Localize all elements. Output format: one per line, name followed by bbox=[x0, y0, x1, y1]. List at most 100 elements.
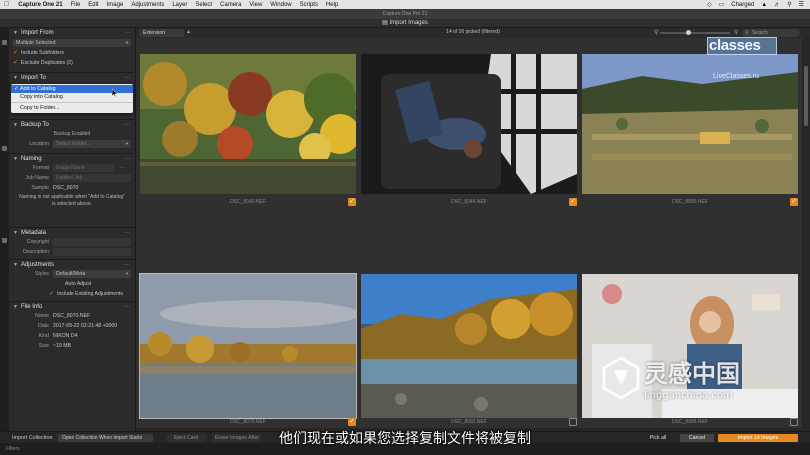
auto-adjust-label: Auto Adjust bbox=[65, 281, 92, 287]
more-options-icon[interactable]: ··· bbox=[124, 304, 130, 310]
menu-layer[interactable]: Layer bbox=[172, 2, 187, 8]
grid-scrollbar[interactable] bbox=[802, 38, 810, 428]
collapse-caret-icon[interactable]: ▼ bbox=[13, 230, 18, 236]
checkmark-icon: ✓ bbox=[349, 198, 355, 205]
exclude-duplicates-checkbox[interactable]: ✓ Exclude Duplicates (2) bbox=[13, 60, 73, 67]
menu-adjustments[interactable]: Adjustments bbox=[131, 2, 164, 8]
volume-icon[interactable]: ♬ bbox=[774, 2, 780, 8]
scrollbar-thumb[interactable] bbox=[804, 66, 808, 126]
more-options-icon[interactable]: ··· bbox=[124, 230, 130, 236]
menu-scripts[interactable]: Scripts bbox=[300, 2, 318, 8]
thumbnail-cell[interactable]: DSC_8070.NEF ✓ bbox=[138, 273, 358, 426]
battery-icon[interactable]: ▭ bbox=[719, 1, 725, 8]
copyright-field[interactable] bbox=[53, 238, 131, 246]
tool-tab-icon[interactable] bbox=[2, 40, 7, 45]
dropbox-icon[interactable]: ◇ bbox=[707, 1, 712, 8]
include-existing-checkbox[interactable]: ✓ Include Existing Adjustments bbox=[49, 291, 123, 298]
thumbnail-image-river-autumn[interactable] bbox=[361, 274, 577, 418]
import-source-dropdown[interactable]: Multiple Selected ▾ bbox=[13, 39, 131, 47]
menu-file[interactable]: File bbox=[71, 2, 81, 8]
include-existing-row: ✓ Include Existing Adjustments bbox=[9, 289, 135, 299]
thumbnail-cell[interactable]: DSC_8340.NEF ✓ bbox=[138, 54, 358, 214]
section-import-to-header[interactable]: ▼ Import To ··· bbox=[9, 72, 135, 82]
more-options-icon[interactable]: ··· bbox=[124, 30, 130, 36]
section-backup-to-header[interactable]: ▼ Backup To ··· bbox=[9, 119, 135, 129]
styles-row: Styles Default/Meta ▾ bbox=[9, 269, 135, 279]
thumbnail-caption: DSC_8340.NEF bbox=[230, 199, 266, 205]
tool-tab-icon[interactable] bbox=[2, 238, 7, 243]
chevron-updown-icon: ▾ bbox=[125, 40, 128, 45]
thumbnail-caption: DSC_8986.NEF bbox=[672, 419, 708, 425]
menu-app-name[interactable]: Capture One 21 bbox=[18, 2, 62, 8]
thumbnail-checkbox[interactable] bbox=[569, 418, 577, 426]
section-title: Import From bbox=[20, 30, 54, 36]
collapse-caret-icon[interactable]: ▼ bbox=[13, 122, 18, 128]
logo-text: classes bbox=[709, 37, 761, 54]
section-naming-header[interactable]: ▼ Naming ··· bbox=[9, 153, 135, 163]
more-options-icon[interactable]: ··· bbox=[124, 156, 130, 162]
more-options-icon[interactable]: ··· bbox=[124, 75, 130, 81]
menu-edit[interactable]: Edit bbox=[88, 2, 98, 8]
battery-status: Charged bbox=[731, 1, 755, 8]
thumbnail-checkbox[interactable]: ✓ bbox=[348, 418, 356, 426]
thumbnail-checkbox[interactable] bbox=[790, 418, 798, 426]
section-adjustments-header[interactable]: ▼ Adjustments ··· bbox=[9, 259, 135, 269]
thumbnail-checkbox[interactable]: ✓ bbox=[790, 198, 798, 206]
menu-help[interactable]: Help bbox=[326, 2, 338, 8]
naming-format-row: Format Image Name ··· bbox=[9, 163, 135, 173]
thumbnail-checkbox[interactable]: ✓ bbox=[569, 198, 577, 206]
section-title: Import To bbox=[20, 74, 46, 81]
thumbnail-image-hills-village[interactable] bbox=[582, 54, 798, 194]
backup-location-row: Location Select Folder... ▾ bbox=[9, 139, 135, 149]
slider-knob[interactable] bbox=[686, 30, 691, 35]
thumbnail-image-woman-sofa[interactable] bbox=[361, 54, 577, 194]
zoom-out-icon[interactable]: ⚲ bbox=[654, 29, 658, 36]
tool-tab-icon[interactable] bbox=[2, 146, 7, 151]
menu-window[interactable]: Window bbox=[270, 2, 291, 8]
styles-dropdown[interactable]: Default/Meta ▾ bbox=[53, 270, 131, 278]
checkmark-icon: ✓ bbox=[791, 198, 797, 205]
naming-note: Naming is not applicable when "Add to Ca… bbox=[19, 194, 125, 207]
thumbnail-checkbox[interactable]: ✓ bbox=[348, 198, 356, 206]
naming-format-field[interactable]: Image Name bbox=[53, 164, 115, 172]
menu-item-label: Copy to Folder... bbox=[20, 105, 60, 111]
description-row: Description bbox=[9, 247, 135, 257]
window-title: Capture One Pro 21 bbox=[0, 9, 810, 19]
lingganchina-watermark: 灵感中国 lingganchina.com bbox=[598, 352, 798, 414]
collapse-caret-icon[interactable]: ▼ bbox=[13, 262, 18, 268]
menu-item-copy-to-folder[interactable]: Copy to Folder... bbox=[11, 104, 133, 112]
job-name-row: Job Name Untitled Job bbox=[9, 173, 135, 183]
description-field[interactable] bbox=[53, 248, 131, 256]
menu-view[interactable]: View bbox=[249, 2, 262, 8]
section-metadata-header[interactable]: ▼ Metadata ··· bbox=[9, 227, 135, 237]
dialog-title: ▤ Import Images bbox=[0, 19, 810, 28]
thumbnail-image-autumn-lake[interactable] bbox=[140, 54, 356, 194]
thumbnail-cell[interactable]: DSC_8092.NEF bbox=[359, 274, 579, 426]
include-subfolders-checkbox[interactable]: ✓ Include Subfolders bbox=[13, 50, 64, 57]
wifi-icon[interactable]: ▲ bbox=[761, 2, 767, 8]
thumbnail-image-lake-sunset[interactable] bbox=[139, 273, 357, 419]
collapse-caret-icon[interactable]: ▼ bbox=[13, 156, 18, 162]
menu-item-label: Copy into Catalog bbox=[20, 94, 63, 100]
section-file-info-header[interactable]: ▼ File Info ··· bbox=[9, 301, 135, 311]
menu-list-icon[interactable]: ☰ bbox=[799, 1, 804, 8]
more-options-icon[interactable]: ··· bbox=[124, 122, 130, 128]
menu-image[interactable]: Image bbox=[107, 2, 124, 8]
ellipsis-icon[interactable]: ··· bbox=[119, 165, 125, 171]
section-import-from-header[interactable]: ▼ Import From ··· bbox=[9, 28, 135, 38]
search-icon[interactable]: ⚲ bbox=[787, 1, 791, 8]
backup-location-dropdown[interactable]: Select Folder... ▾ bbox=[53, 140, 131, 148]
collapse-caret-icon[interactable]: ▼ bbox=[13, 304, 18, 310]
liveclasses-logo: classes LiveClasses.ru bbox=[699, 23, 803, 80]
collapse-caret-icon[interactable]: ▼ bbox=[13, 30, 18, 36]
collapse-caret-icon[interactable]: ▼ bbox=[13, 75, 18, 81]
menu-camera[interactable]: Camera bbox=[220, 2, 241, 8]
apple-icon[interactable]:  bbox=[4, 1, 9, 8]
thumbnail-cell[interactable]: DSC_8865.NEF ✓ bbox=[580, 54, 800, 214]
auto-adjust-checkbox[interactable]: ✓ Auto Adjust bbox=[57, 281, 91, 287]
thumbnail-cell[interactable]: DSC_8344.NEF ✓ bbox=[359, 54, 579, 214]
menu-select[interactable]: Select bbox=[195, 2, 212, 8]
naming-format-label: Format bbox=[32, 165, 49, 171]
more-options-icon[interactable]: ··· bbox=[124, 262, 130, 268]
job-name-field[interactable]: Untitled Job bbox=[53, 174, 131, 182]
